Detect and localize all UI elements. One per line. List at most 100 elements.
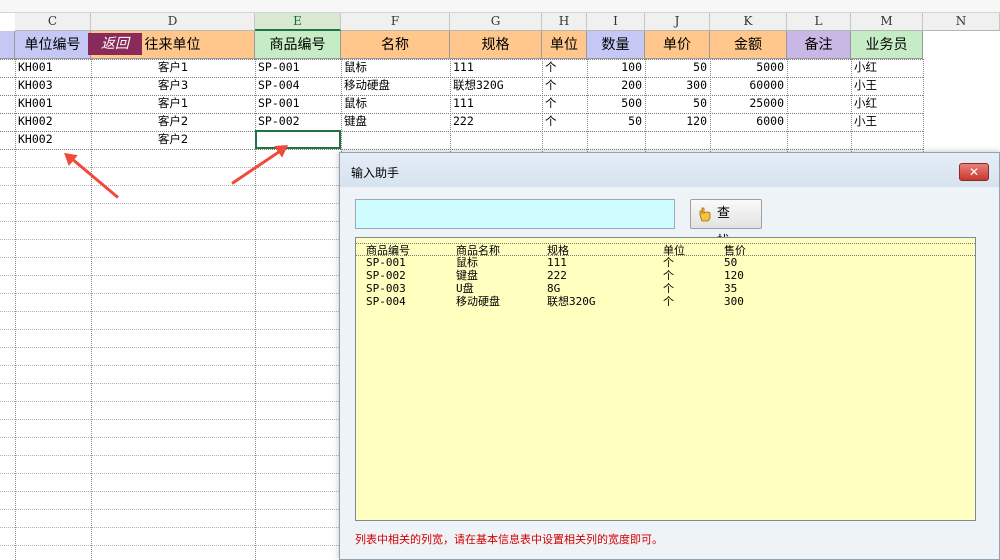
cell-unit[interactable]: 个	[542, 77, 587, 95]
header-cell-left-edge	[0, 31, 15, 59]
cell-product-code[interactable]: SP-001	[255, 59, 341, 77]
grid-line	[0, 455, 339, 456]
col-header-c[interactable]: C	[15, 13, 91, 31]
grid-line	[0, 527, 339, 528]
grid-line	[0, 239, 339, 240]
cell-unit-price[interactable]: 300	[645, 77, 710, 95]
col-header-g[interactable]: G	[450, 13, 542, 31]
list-header: 商品编号 商品名称 规格 单位 售价	[356, 243, 975, 257]
cell-quantity[interactable]: 500	[587, 95, 645, 113]
cell-partner[interactable]: 客户1	[91, 59, 255, 77]
item-name: 鼠标	[456, 256, 478, 269]
cell-partner[interactable]: 客户2	[91, 113, 255, 131]
col-header-n[interactable]: N	[923, 13, 1000, 31]
cell-quantity[interactable]: 200	[587, 77, 645, 95]
cell-unit-code[interactable]: KH002	[15, 113, 91, 131]
header-cell-name[interactable]: 名称	[341, 31, 450, 59]
header-cell-quantity[interactable]: 数量	[587, 31, 645, 59]
cell-unit[interactable]: 个	[542, 113, 587, 131]
header-cell-spec[interactable]: 规格	[450, 31, 542, 59]
grid-line	[923, 59, 924, 152]
product-list[interactable]: 商品编号 商品名称 规格 单位 售价 SP-001 鼠标 111 个 50 SP…	[355, 237, 976, 521]
grid-line	[0, 257, 339, 258]
cell-spec[interactable]: 111	[450, 95, 542, 113]
cell-amount[interactable]: 6000	[710, 113, 787, 131]
close-icon: ✕	[968, 165, 980, 179]
col-header-h[interactable]: H	[542, 13, 587, 31]
cell-spec[interactable]: 111	[450, 59, 542, 77]
col-header-e[interactable]: E	[255, 13, 341, 31]
cell-partner[interactable]: 客户1	[91, 95, 255, 113]
col-header-m[interactable]: M	[851, 13, 923, 31]
cell-quantity[interactable]: 50	[587, 113, 645, 131]
dialog-titlebar[interactable]: 输入助手 ✕	[340, 153, 999, 187]
cell-unit-code[interactable]: KH002	[15, 131, 91, 149]
item-code: SP-003	[366, 282, 406, 295]
cell-unit[interactable]: 个	[542, 59, 587, 77]
grid-line	[0, 419, 339, 420]
item-price: 50	[724, 256, 738, 269]
cell-product-code[interactable]: SP-001	[255, 95, 341, 113]
grid-line	[0, 311, 339, 312]
active-cell-selection[interactable]	[255, 130, 341, 149]
item-name: U盘	[456, 282, 474, 295]
item-code: SP-004	[366, 295, 406, 308]
cell-unit-code[interactable]: KH001	[15, 59, 91, 77]
item-price: 35	[724, 282, 738, 295]
grid-line	[0, 437, 339, 438]
cell-name[interactable]: 键盘	[341, 113, 450, 131]
cell-partner[interactable]: 客户2	[91, 131, 255, 149]
cell-product-code[interactable]: SP-002	[255, 113, 341, 131]
cell-amount[interactable]: 5000	[710, 59, 787, 77]
col-header-f[interactable]: F	[341, 13, 450, 31]
header-cell-unit[interactable]: 单位	[542, 31, 587, 59]
header-cell-remark[interactable]: 备注	[787, 31, 851, 59]
footer-note: 列表中相关的列宽，请在基本信息表中设置相关列的宽度即可。	[355, 533, 663, 546]
cell-name[interactable]: 鼠标	[341, 59, 450, 77]
annotation-arrow	[69, 156, 119, 199]
cell-salesperson[interactable]: 小王	[851, 77, 923, 95]
grid-line	[0, 365, 339, 366]
grid-line	[0, 149, 923, 150]
grid-line	[0, 473, 339, 474]
cell-quantity[interactable]: 100	[587, 59, 645, 77]
cell-spec[interactable]: 联想320G	[450, 77, 542, 95]
cell-unit-price[interactable]: 50	[645, 95, 710, 113]
header-cell-salesperson[interactable]: 业务员	[851, 31, 923, 59]
item-spec: 111	[547, 256, 567, 269]
item-unit: 个	[663, 282, 674, 295]
grid-line	[0, 509, 339, 510]
cell-product-code[interactable]: SP-004	[255, 77, 341, 95]
cell-salesperson[interactable]: 小红	[851, 95, 923, 113]
col-header-j[interactable]: J	[645, 13, 710, 31]
close-button[interactable]: ✕	[959, 163, 989, 181]
col-header-d[interactable]: D	[91, 13, 255, 31]
grid-line	[0, 383, 339, 384]
return-button[interactable]: 返回	[88, 33, 142, 55]
cell-unit-code[interactable]: KH001	[15, 95, 91, 113]
grid-line	[0, 347, 339, 348]
cell-name[interactable]: 移动硬盘	[341, 77, 450, 95]
sheet-top-strip	[0, 0, 1000, 13]
cell-unit-price[interactable]: 120	[645, 113, 710, 131]
header-cell-amount[interactable]: 金额	[710, 31, 787, 59]
col-header-k[interactable]: K	[710, 13, 787, 31]
cell-amount[interactable]: 60000	[710, 77, 787, 95]
col-header-l[interactable]: L	[787, 13, 851, 31]
cell-name[interactable]: 鼠标	[341, 95, 450, 113]
col-header-i[interactable]: I	[587, 13, 645, 31]
cell-amount[interactable]: 25000	[710, 95, 787, 113]
cell-spec[interactable]: 222	[450, 113, 542, 131]
cell-salesperson[interactable]: 小红	[851, 59, 923, 77]
header-cell-unit-code[interactable]: 单位编号	[15, 31, 91, 59]
cell-unit-price[interactable]: 50	[645, 59, 710, 77]
header-cell-product-code[interactable]: 商品编号	[255, 31, 341, 59]
cell-partner[interactable]: 客户3	[91, 77, 255, 95]
cell-salesperson[interactable]: 小王	[851, 113, 923, 131]
grid-line	[0, 275, 339, 276]
search-input[interactable]	[355, 199, 675, 229]
cell-unit-code[interactable]: KH003	[15, 77, 91, 95]
search-button[interactable]: 查 找	[690, 199, 762, 249]
header-cell-unit-price[interactable]: 单价	[645, 31, 710, 59]
cell-unit[interactable]: 个	[542, 95, 587, 113]
